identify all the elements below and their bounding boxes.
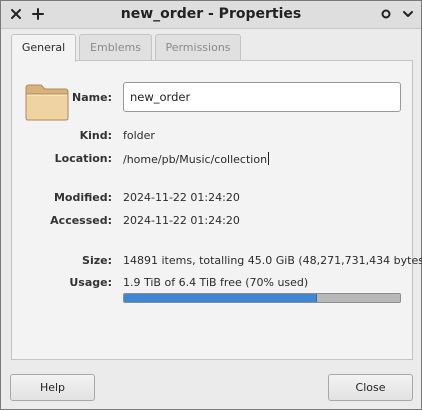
maximize-icon[interactable] — [399, 5, 417, 23]
tab-emblems[interactable]: Emblems — [79, 34, 152, 60]
kind-value: folder — [123, 129, 155, 142]
usage-label: Usage: — [69, 276, 112, 289]
location-text: /home/pb/Music/collection — [123, 153, 268, 166]
window-title: new_order - Properties — [120, 6, 302, 22]
tab-permissions[interactable]: Permissions — [155, 34, 241, 60]
name-label: Name: — [72, 91, 112, 104]
accessed-value: 2024-11-22 01:24:20 — [123, 214, 240, 227]
menu-icon[interactable] — [377, 5, 395, 23]
size-label: Size: — [82, 254, 112, 267]
usage-bar-fill — [124, 294, 318, 302]
location-label: Location: — [54, 152, 112, 165]
text-cursor — [268, 152, 270, 165]
accessed-label: Accessed: — [50, 214, 112, 227]
general-panel: Name: new_order Kind: folder Location: /… — [11, 60, 422, 360]
kind-label: Kind: — [79, 129, 112, 142]
modified-value: 2024-11-22 01:24:20 — [123, 191, 240, 204]
size-value: 14891 items, totalling 45.0 GiB (48,271,… — [123, 254, 422, 267]
close-button[interactable]: Close — [328, 374, 413, 401]
title-bar: new_order - Properties — [1, 1, 421, 29]
tab-general[interactable]: General — [11, 34, 76, 62]
properties-window: new_order - Properties General Emblems P… — [0, 0, 422, 410]
usage-bar — [123, 293, 401, 303]
location-value[interactable]: /home/pb/Music/collection — [123, 152, 270, 166]
help-button[interactable]: Help — [10, 374, 95, 401]
name-field[interactable]: new_order — [123, 82, 401, 112]
usage-value: 1.9 TiB of 6.4 TiB free (70% used) — [123, 276, 309, 289]
modified-label: Modified: — [53, 191, 112, 204]
